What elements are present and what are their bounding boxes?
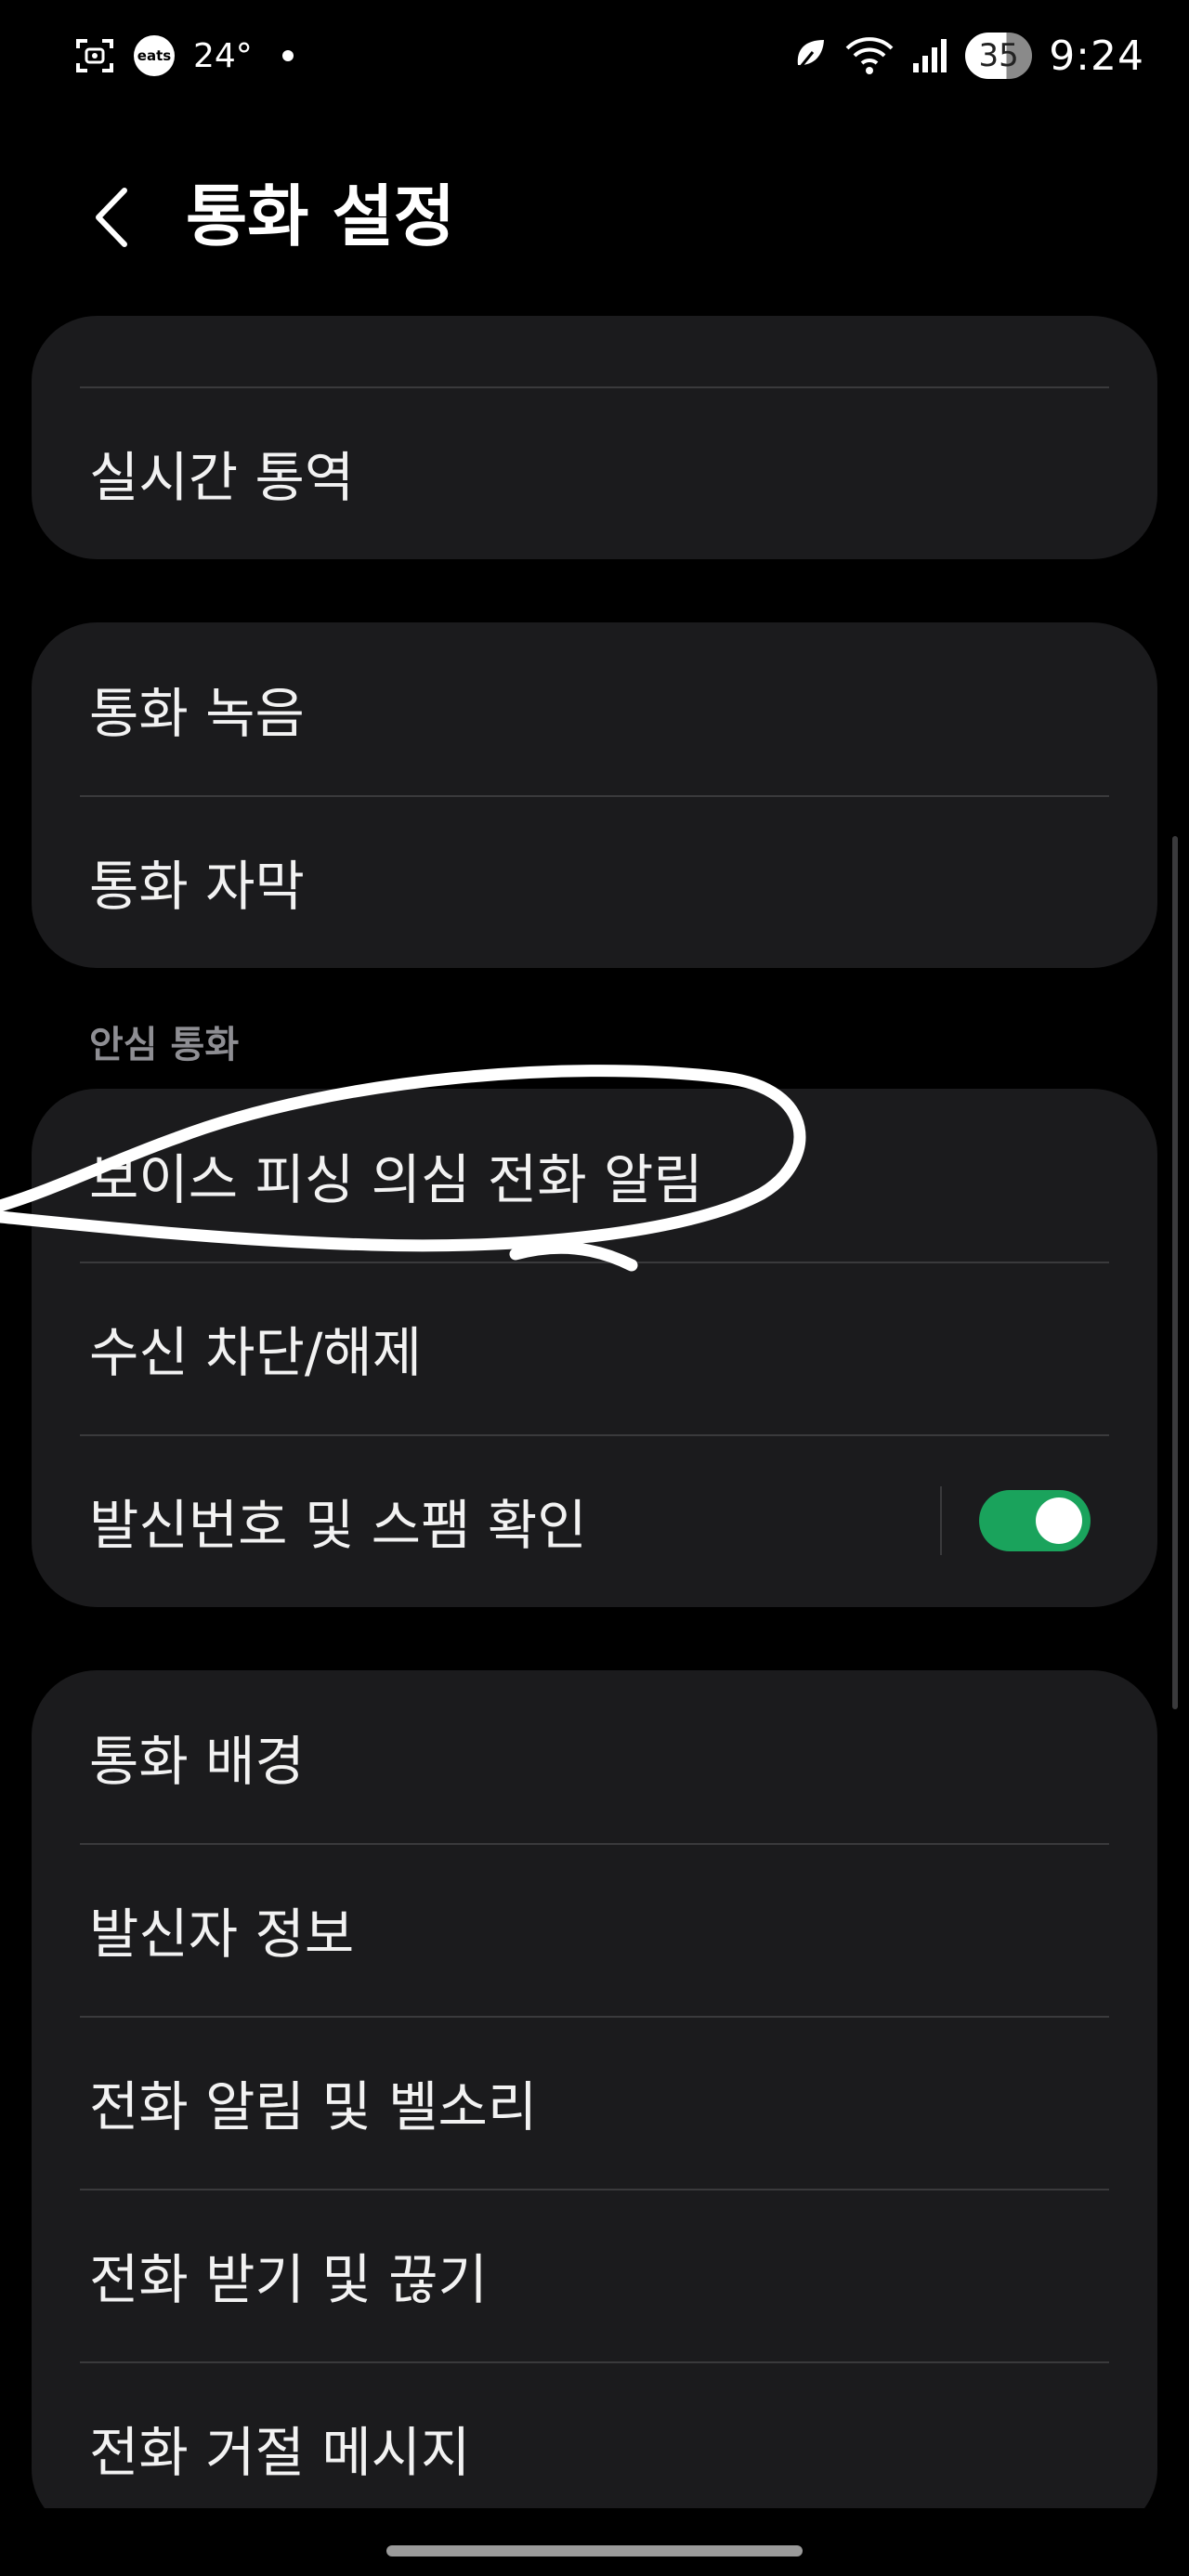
coupang-eats-icon: eats	[134, 35, 175, 76]
scrollbar[interactable]	[1172, 836, 1178, 1709]
settings-group-recording: 통화 녹음 통화 자막	[32, 622, 1157, 968]
settings-item-label: 통화 녹음	[89, 682, 305, 745]
settings-item-call-recording[interactable]: 통화 녹음	[32, 622, 1157, 795]
settings-item-label: 보이스 피싱 의심 전화 알림	[89, 1148, 703, 1211]
home-indicator[interactable]	[386, 2545, 803, 2556]
toggle-knob	[1036, 1497, 1082, 1544]
wifi-icon	[845, 37, 894, 74]
caller-id-spam-toggle[interactable]	[979, 1490, 1091, 1551]
settings-item-hidden-above	[32, 316, 1157, 386]
screenshot-notification-icon	[76, 39, 113, 72]
settings-item-ringtone[interactable]: 전화 알림 및 벨소리	[32, 2016, 1157, 2189]
page-title: 통화 설정	[186, 177, 456, 255]
status-bar: eats 24° 35 9:24	[0, 0, 1189, 111]
chevron-left-icon	[96, 188, 127, 247]
battery-indicator: 35	[965, 33, 1033, 79]
settings-item-call-captions[interactable]: 통화 자막	[32, 795, 1157, 968]
settings-item-block-numbers[interactable]: 수신 차단/해제	[32, 1262, 1157, 1434]
more-notifications-dot-icon	[281, 50, 294, 61]
toggle-divider	[940, 1486, 942, 1555]
settings-item-caller-id-spam[interactable]: 발신번호 및 스팸 확인	[32, 1434, 1157, 1607]
settings-item-call-background[interactable]: 통화 배경	[32, 1670, 1157, 1843]
settings-item-voice-phishing-alert[interactable]: 보이스 피싱 의심 전화 알림	[32, 1089, 1157, 1262]
settings-item-label: 전화 거절 메시지	[89, 2421, 471, 2484]
settings-item-label: 발신번호 및 스팸 확인	[89, 1494, 587, 1557]
settings-list[interactable]: 실시간 통역 통화 녹음 통화 자막 안심 통화 보이스 피싱 의심 전화 알림…	[0, 316, 1189, 2508]
clock-time: 9:24	[1049, 32, 1144, 80]
settings-item-label: 통화 자막	[89, 855, 305, 918]
status-bar-left: eats 24°	[74, 28, 294, 84]
section-title-safe-call: 안심 통화	[89, 1024, 240, 1066]
settings-group-translation: 실시간 통역	[32, 316, 1157, 559]
settings-item-caller-info[interactable]: 발신자 정보	[32, 1843, 1157, 2016]
power-saving-leaf-icon	[795, 40, 825, 73]
cellular-signal-icon	[913, 39, 947, 72]
settings-item-label: 발신자 정보	[89, 1903, 355, 1966]
app-header: 통화 설정	[0, 139, 1189, 297]
settings-item-label: 통화 배경	[89, 1730, 305, 1793]
settings-item-answer-end-calls[interactable]: 전화 받기 및 끊기	[32, 2189, 1157, 2361]
settings-item-label: 수신 차단/해제	[89, 1321, 423, 1384]
settings-item-live-translate[interactable]: 실시간 통역	[32, 386, 1157, 559]
status-bar-right: 35 9:24	[792, 28, 1144, 84]
temperature-text: 24°	[193, 36, 253, 75]
settings-item-reject-messages[interactable]: 전화 거절 메시지	[32, 2361, 1157, 2508]
settings-item-label: 전화 알림 및 벨소리	[89, 2075, 538, 2138]
settings-group-call-display: 통화 배경 발신자 정보 전화 알림 및 벨소리 전화 받기 및 끊기 전화 거…	[32, 1670, 1157, 2508]
back-button[interactable]	[72, 178, 150, 256]
settings-group-safe-call: 보이스 피싱 의심 전화 알림 수신 차단/해제 발신번호 및 스팸 확인	[32, 1089, 1157, 1607]
settings-item-label: 실시간 통역	[89, 446, 355, 509]
settings-item-label: 전화 받기 및 끊기	[89, 2248, 488, 2311]
